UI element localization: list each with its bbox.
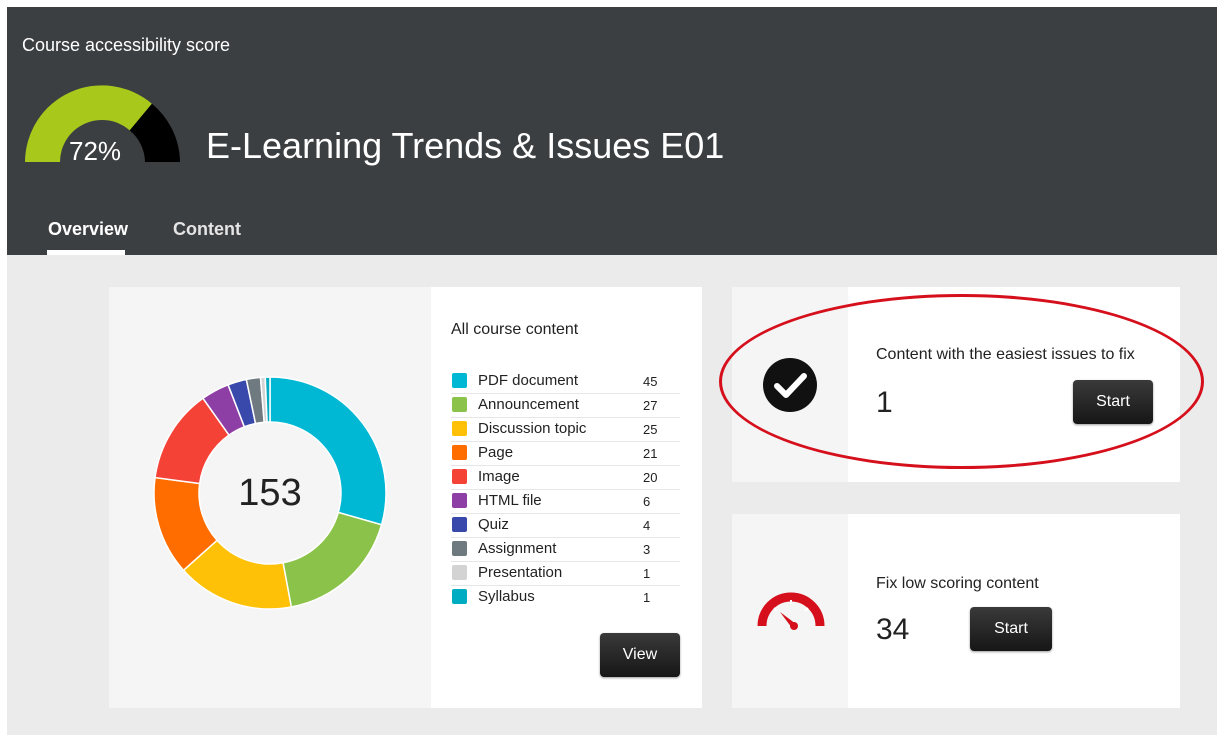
low-scoring-card: Fix low scoring content 34 Start bbox=[732, 514, 1180, 708]
legend-label: PDF document bbox=[478, 372, 579, 389]
legend-swatch bbox=[452, 445, 467, 460]
legend-count: 45 bbox=[643, 374, 658, 389]
content-legend: PDF document 45 Announcement 27 Discussion t… bbox=[451, 370, 680, 609]
check-circle-icon bbox=[763, 358, 817, 412]
card-icon-area bbox=[732, 287, 848, 482]
legend-item: Image 20 bbox=[451, 466, 680, 490]
legend-count: 6 bbox=[643, 494, 651, 509]
legend-label: Discussion topic bbox=[478, 420, 587, 437]
legend-item: HTML file 6 bbox=[451, 490, 680, 514]
speedometer-icon bbox=[757, 592, 825, 630]
legend-label: Announcement bbox=[478, 396, 579, 413]
legend-swatch bbox=[452, 421, 467, 436]
legend-swatch bbox=[452, 373, 467, 388]
start-easiest-button[interactable]: Start bbox=[1073, 380, 1153, 424]
legend-label: Image bbox=[478, 468, 520, 485]
easiest-issues-title: Content with the easiest issues to fix bbox=[876, 346, 1135, 363]
content-legend-title: All course content bbox=[451, 321, 579, 338]
content-donut-chart: 153 bbox=[139, 362, 401, 624]
legend-count: 1 bbox=[643, 566, 651, 581]
legend-item: Assignment 3 bbox=[451, 538, 680, 562]
content-total: 153 bbox=[238, 471, 302, 514]
legend-count: 21 bbox=[643, 446, 658, 461]
legend-item: Quiz 4 bbox=[451, 514, 680, 538]
legend-item: Page 21 bbox=[451, 442, 680, 466]
content-legend-card: All course content PDF document 45 Announc… bbox=[431, 287, 702, 708]
easiest-issues-count: 1 bbox=[876, 386, 893, 419]
legend-label: Presentation bbox=[478, 564, 563, 581]
legend-swatch bbox=[452, 589, 467, 604]
legend-count: 27 bbox=[643, 398, 658, 413]
accessibility-score-value: 72% bbox=[69, 136, 122, 166]
legend-swatch bbox=[452, 397, 467, 412]
legend-count: 4 bbox=[643, 518, 651, 533]
legend-label: Page bbox=[478, 444, 514, 461]
legend-swatch bbox=[452, 517, 467, 532]
legend-swatch bbox=[452, 565, 467, 580]
legend-swatch bbox=[452, 493, 467, 508]
legend-item: Discussion topic 25 bbox=[451, 418, 680, 442]
legend-swatch bbox=[452, 469, 467, 484]
legend-label: Quiz bbox=[478, 516, 509, 533]
course-header: Course accessibility score 72% E-Learnin… bbox=[7, 7, 1217, 256]
legend-label: HTML file bbox=[478, 492, 542, 509]
card-icon-area bbox=[732, 514, 848, 708]
low-scoring-count: 34 bbox=[876, 613, 910, 646]
legend-item: Presentation 1 bbox=[451, 562, 680, 586]
tab-content[interactable]: Content bbox=[173, 219, 241, 240]
legend-swatch bbox=[452, 541, 467, 556]
course-title: E-Learning Trends & Issues E01 bbox=[206, 125, 725, 166]
legend-item: Announcement 27 bbox=[451, 394, 680, 418]
view-button[interactable]: View bbox=[600, 633, 680, 677]
legend-count: 25 bbox=[643, 422, 658, 437]
content-summary-panel: 153 All course content PDF document 45 Ann… bbox=[109, 287, 702, 708]
overview-panel: 153 All course content PDF document 45 Ann… bbox=[7, 255, 1217, 735]
legend-count: 3 bbox=[643, 542, 651, 557]
legend-item: PDF document 45 bbox=[451, 370, 680, 394]
tab-overview[interactable]: Overview bbox=[48, 219, 128, 240]
legend-item: Syllabus 1 bbox=[451, 586, 680, 609]
legend-label: Syllabus bbox=[478, 588, 535, 605]
accessibility-score-label: Course accessibility score bbox=[22, 35, 231, 55]
low-scoring-title: Fix low scoring content bbox=[876, 575, 1039, 592]
easiest-issues-card: Content with the easiest issues to fix 1… bbox=[732, 287, 1180, 482]
legend-label: Assignment bbox=[478, 540, 557, 557]
start-low-scoring-button[interactable]: Start bbox=[970, 607, 1052, 651]
legend-count: 1 bbox=[643, 590, 651, 605]
legend-count: 20 bbox=[643, 470, 658, 485]
